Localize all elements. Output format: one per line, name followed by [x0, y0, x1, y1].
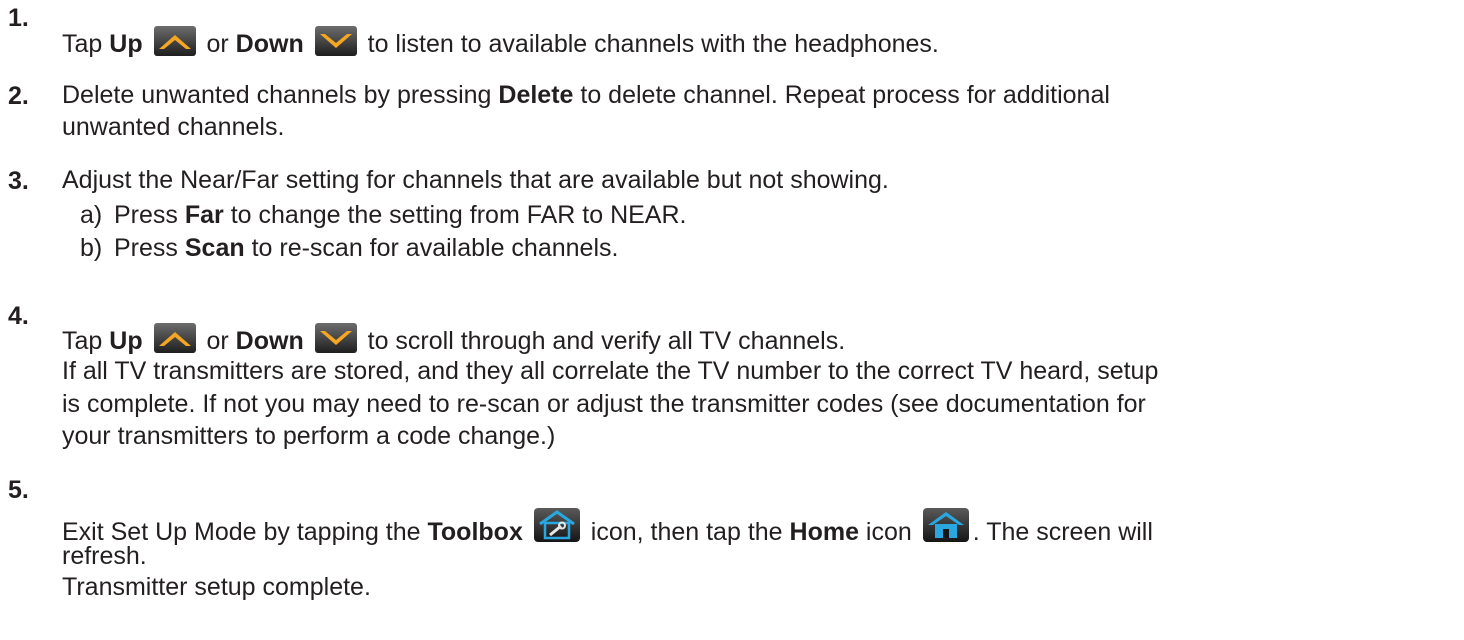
step-text: Delete unwanted channels by pressing Del…	[62, 81, 1110, 109]
step-text: Tap Up or Down to listen to available ch…	[62, 26, 939, 59]
step-text: Adjust the Near/Far setting for channels…	[62, 166, 889, 194]
step-text: Tap Up or Down to scroll through and ver…	[62, 323, 845, 356]
step-text-continued: If all TV transmitters are stored, and t…	[62, 357, 1159, 385]
home-icon	[922, 508, 969, 542]
chevron-up-icon	[153, 26, 196, 56]
step-number: 1.	[8, 4, 29, 32]
substep-b: b) Press Scan to re-scan for available ch…	[80, 234, 619, 262]
step-text-continued: is complete. If not you may need to re-s…	[62, 390, 1146, 418]
delete-label: Delete	[498, 81, 574, 109]
down-label: Down	[235, 327, 304, 355]
toolbox-label: Toolbox	[427, 518, 523, 546]
home-label: Home	[789, 518, 859, 546]
step-number: 2.	[8, 82, 29, 110]
step-text-continued: Transmitter setup complete.	[62, 573, 371, 601]
up-label: Up	[109, 30, 143, 58]
scan-label: Scan	[184, 234, 245, 262]
step-text-continued: unwanted channels.	[62, 113, 285, 141]
step-number: 4.	[8, 302, 29, 330]
far-label: Far	[184, 201, 224, 229]
down-label: Down	[235, 30, 304, 58]
step-number: 3.	[8, 167, 29, 195]
step-text: Exit Set Up Mode by tapping the Toolbox …	[62, 508, 1153, 547]
step-text-continued: refresh.	[62, 542, 147, 570]
substep-a: a) Press Far to change the setting from F…	[80, 201, 687, 229]
chevron-down-icon	[314, 26, 357, 56]
step-number: 5.	[8, 476, 29, 504]
chevron-up-icon	[153, 323, 196, 353]
up-label: Up	[109, 327, 143, 355]
toolbox-icon	[533, 508, 580, 542]
chevron-down-icon	[314, 323, 357, 353]
step-text-continued: your transmitters to perform a code chan…	[62, 422, 556, 450]
